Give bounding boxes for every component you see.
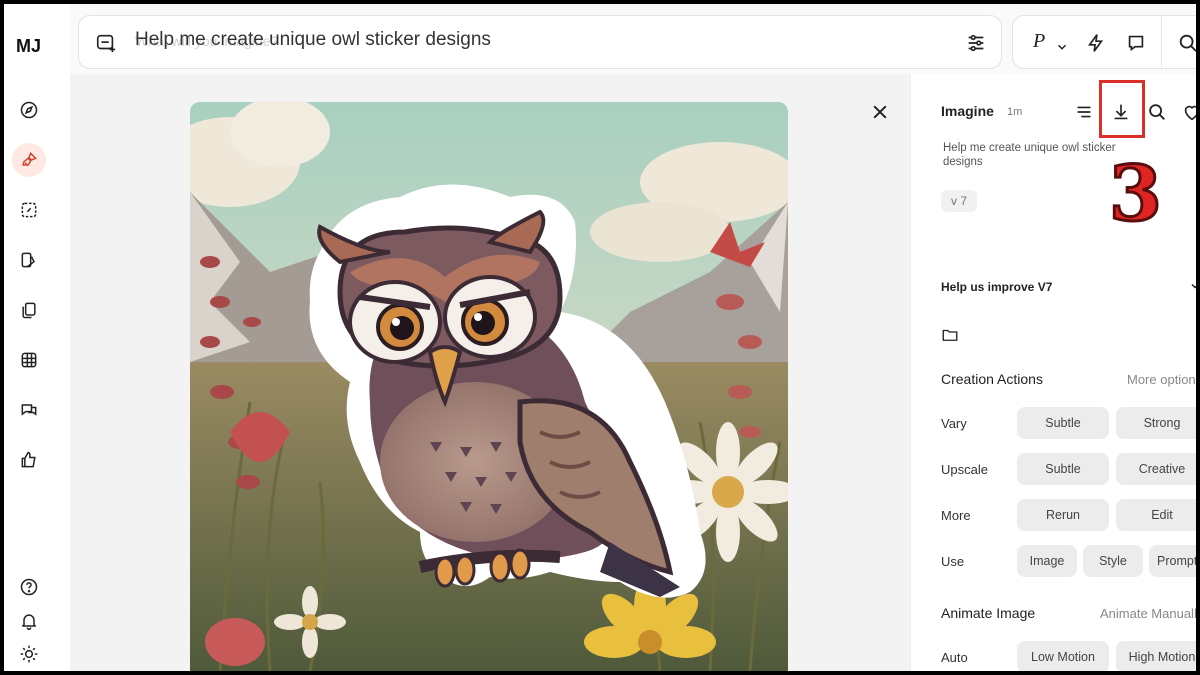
close-icon[interactable] [870,102,890,122]
use-prompt-button[interactable]: Prompt [1149,545,1196,577]
improve-feedback-label[interactable]: Help us improve V7 [941,280,1052,294]
upscale-label: Upscale [941,462,988,477]
grid-icon[interactable] [12,343,46,377]
app-window: MJ What will you imagine? Help me create… [4,4,1196,671]
chevron-down-icon[interactable] [1189,280,1196,292]
add-image-icon[interactable] [95,32,117,54]
settings-sliders-icon[interactable] [965,32,987,54]
animate-manually-link[interactable]: Animate Manually [1100,606,1196,621]
more-label: More [941,508,971,523]
mode-toolbar: P [1012,15,1196,69]
upscale-creative-button[interactable]: Creative [1116,453,1196,485]
image-details-panel: Imagine 1m 3 Help me create unique owl s… [910,74,1196,671]
download-highlight-box [1099,80,1145,138]
prompt-text[interactable]: Help me create unique owl sticker design… [943,142,1133,170]
search-icon[interactable] [1146,101,1168,123]
lightning-icon[interactable] [1085,32,1107,54]
animate-image-title: Animate Image [941,605,1036,621]
high-motion-button[interactable]: High Motion [1116,641,1196,671]
search-icon[interactable] [1177,32,1196,54]
image-viewer [70,74,910,671]
creation-actions-title: Creation Actions [941,371,1043,387]
chevron-down-icon[interactable] [1055,36,1069,58]
sidebar-nav: MJ [4,4,70,671]
bell-icon[interactable] [12,604,46,638]
job-time-label: 1m [1007,106,1023,118]
sun-icon[interactable] [12,637,46,671]
compass-icon[interactable] [12,93,46,127]
logo[interactable]: MJ [16,36,41,57]
prompt-bar[interactable]: What will you imagine? Help me create un… [78,15,1002,69]
auto-label: Auto [941,650,968,665]
version-chip[interactable]: v 7 [941,190,978,212]
use-image-button[interactable]: Image [1017,545,1077,577]
chat-icon[interactable] [12,393,46,427]
more-options-link[interactable]: More options [1127,372,1196,387]
brush-icon[interactable] [12,143,46,177]
heart-icon[interactable] [1181,101,1196,123]
palette-icon[interactable] [12,243,46,277]
upscale-subtle-button[interactable]: Subtle [1017,453,1109,485]
edit-button[interactable]: Edit [1116,499,1196,531]
edit-image-icon[interactable] [12,193,46,227]
vary-strong-button[interactable]: Strong [1116,407,1196,439]
generated-owl-sticker-image[interactable] [190,102,788,671]
folder-icon[interactable] [941,326,959,344]
low-motion-button[interactable]: Low Motion [1017,641,1109,671]
vary-label: Vary [941,416,967,431]
use-style-button[interactable]: Style [1083,545,1143,577]
prompt-input[interactable]: Help me create unique owl sticker design… [135,29,491,51]
thumbs-up-icon[interactable] [12,443,46,477]
divider [1161,16,1162,68]
message-icon[interactable] [1125,32,1147,54]
use-label: Use [941,554,965,569]
owl-illustration [190,102,788,671]
copy-icon[interactable] [12,293,46,327]
vary-subtle-button[interactable]: Subtle [1017,407,1109,439]
menu-lines-icon[interactable] [1073,101,1095,123]
personalize-button[interactable]: P [1033,30,1045,53]
rerun-button[interactable]: Rerun [1017,499,1109,531]
job-mode-label: Imagine [941,103,994,119]
help-icon[interactable] [12,570,46,604]
